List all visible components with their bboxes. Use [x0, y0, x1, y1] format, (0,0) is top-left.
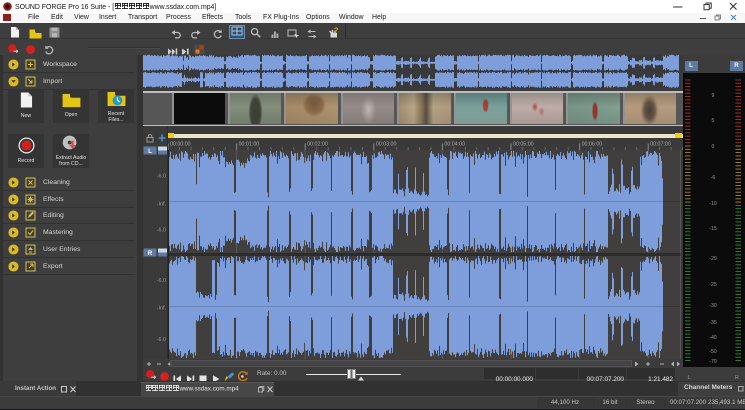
- svg-text:-30: -30: [709, 303, 717, 309]
- svg-text:-50: -50: [709, 349, 717, 355]
- svg-text:-15: -15: [709, 226, 717, 232]
- svg-text:-25: -25: [709, 282, 717, 288]
- svg-text:-6: -6: [711, 175, 716, 181]
- svg-text:-10: -10: [709, 201, 717, 207]
- svg-text:-35: -35: [709, 320, 717, 326]
- svg-text:-40: -40: [709, 335, 717, 341]
- svg-text:5: 5: [712, 118, 715, 124]
- svg-text:-70: -70: [709, 359, 717, 365]
- svg-text:-20: -20: [709, 256, 717, 262]
- svg-text:0: 0: [712, 144, 715, 150]
- svg-text:9: 9: [712, 93, 715, 99]
